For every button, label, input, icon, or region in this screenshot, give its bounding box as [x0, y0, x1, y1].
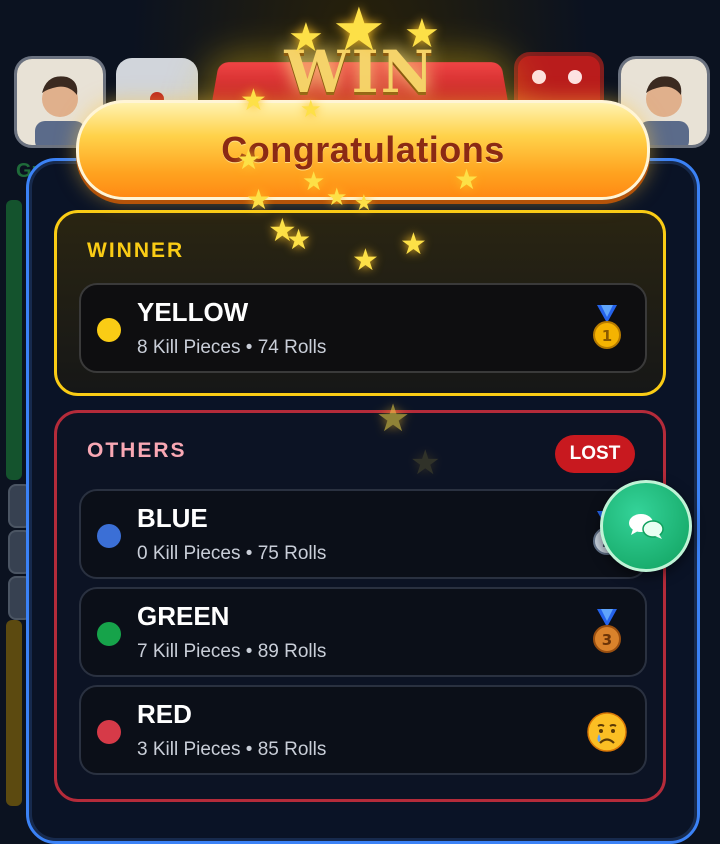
winner-label: WINNER	[87, 239, 185, 262]
bronze-medal-icon: 3	[587, 609, 627, 655]
gold-medal-icon: 1	[587, 305, 627, 351]
star-icon: ★	[326, 184, 348, 211]
chat-bubbles-icon	[629, 514, 664, 539]
player-row-yellow: YELLOW 8 Kill Pieces • 74 Rolls 1	[79, 283, 647, 373]
player-name: RED	[137, 699, 192, 729]
star-icon: ★	[454, 164, 480, 195]
player-color-dot	[97, 524, 121, 548]
star-icon: ★	[404, 12, 440, 56]
title-banner: Congratulations	[76, 100, 650, 200]
star-icon: ★	[332, 0, 386, 63]
star-icon: ★	[354, 190, 374, 215]
star-icon: ★	[300, 96, 322, 123]
player-name: YELLOW	[137, 297, 249, 327]
others-label: OTHERS	[87, 439, 187, 462]
player-row-green: GREEN 7 Kill Pieces • 89 Rolls 3	[79, 587, 647, 677]
player-row-red: RED 3 Kill Pieces • 85 Rolls	[79, 685, 647, 775]
player-name: BLUE	[137, 503, 208, 533]
board-edge-yellow	[6, 620, 22, 806]
status-badge: LOST	[555, 435, 635, 473]
chat-button[interactable]	[600, 480, 692, 572]
player-stats: 7 Kill Pieces • 89 Rolls	[137, 641, 327, 662]
winner-card: WINNER YELLOW 8 Kill Pieces • 74 Rolls 1	[54, 210, 666, 396]
crying-face-icon	[587, 709, 627, 755]
player-stats: 0 Kill Pieces • 75 Rolls	[137, 543, 327, 564]
star-icon: ★	[400, 228, 427, 261]
star-icon: ★	[410, 444, 441, 482]
star-icon: ★	[286, 224, 312, 255]
svg-text:1: 1	[602, 327, 612, 345]
svg-text:3: 3	[602, 631, 612, 649]
star-icon: ★	[246, 184, 272, 215]
player-row-blue: BLUE 0 Kill Pieces • 75 Rolls 2	[79, 489, 647, 579]
star-icon: ★	[352, 244, 379, 277]
player-name: GREEN	[137, 601, 230, 631]
player-color-dot	[97, 318, 121, 342]
board-edge-green	[6, 200, 22, 480]
star-icon: ★	[240, 84, 267, 117]
others-card: OTHERS LOST BLUE 0 Kill Pieces • 75 Roll…	[54, 410, 666, 802]
star-icon: ★	[236, 144, 262, 175]
star-icon: ★	[376, 398, 411, 440]
player-color-dot	[97, 622, 121, 646]
star-icon: ★	[302, 166, 326, 196]
player-stats: 8 Kill Pieces • 74 Rolls	[137, 337, 327, 358]
star-icon: ★	[288, 16, 324, 60]
player-color-dot	[97, 720, 121, 744]
player-stats: 3 Kill Pieces • 85 Rolls	[137, 739, 327, 760]
